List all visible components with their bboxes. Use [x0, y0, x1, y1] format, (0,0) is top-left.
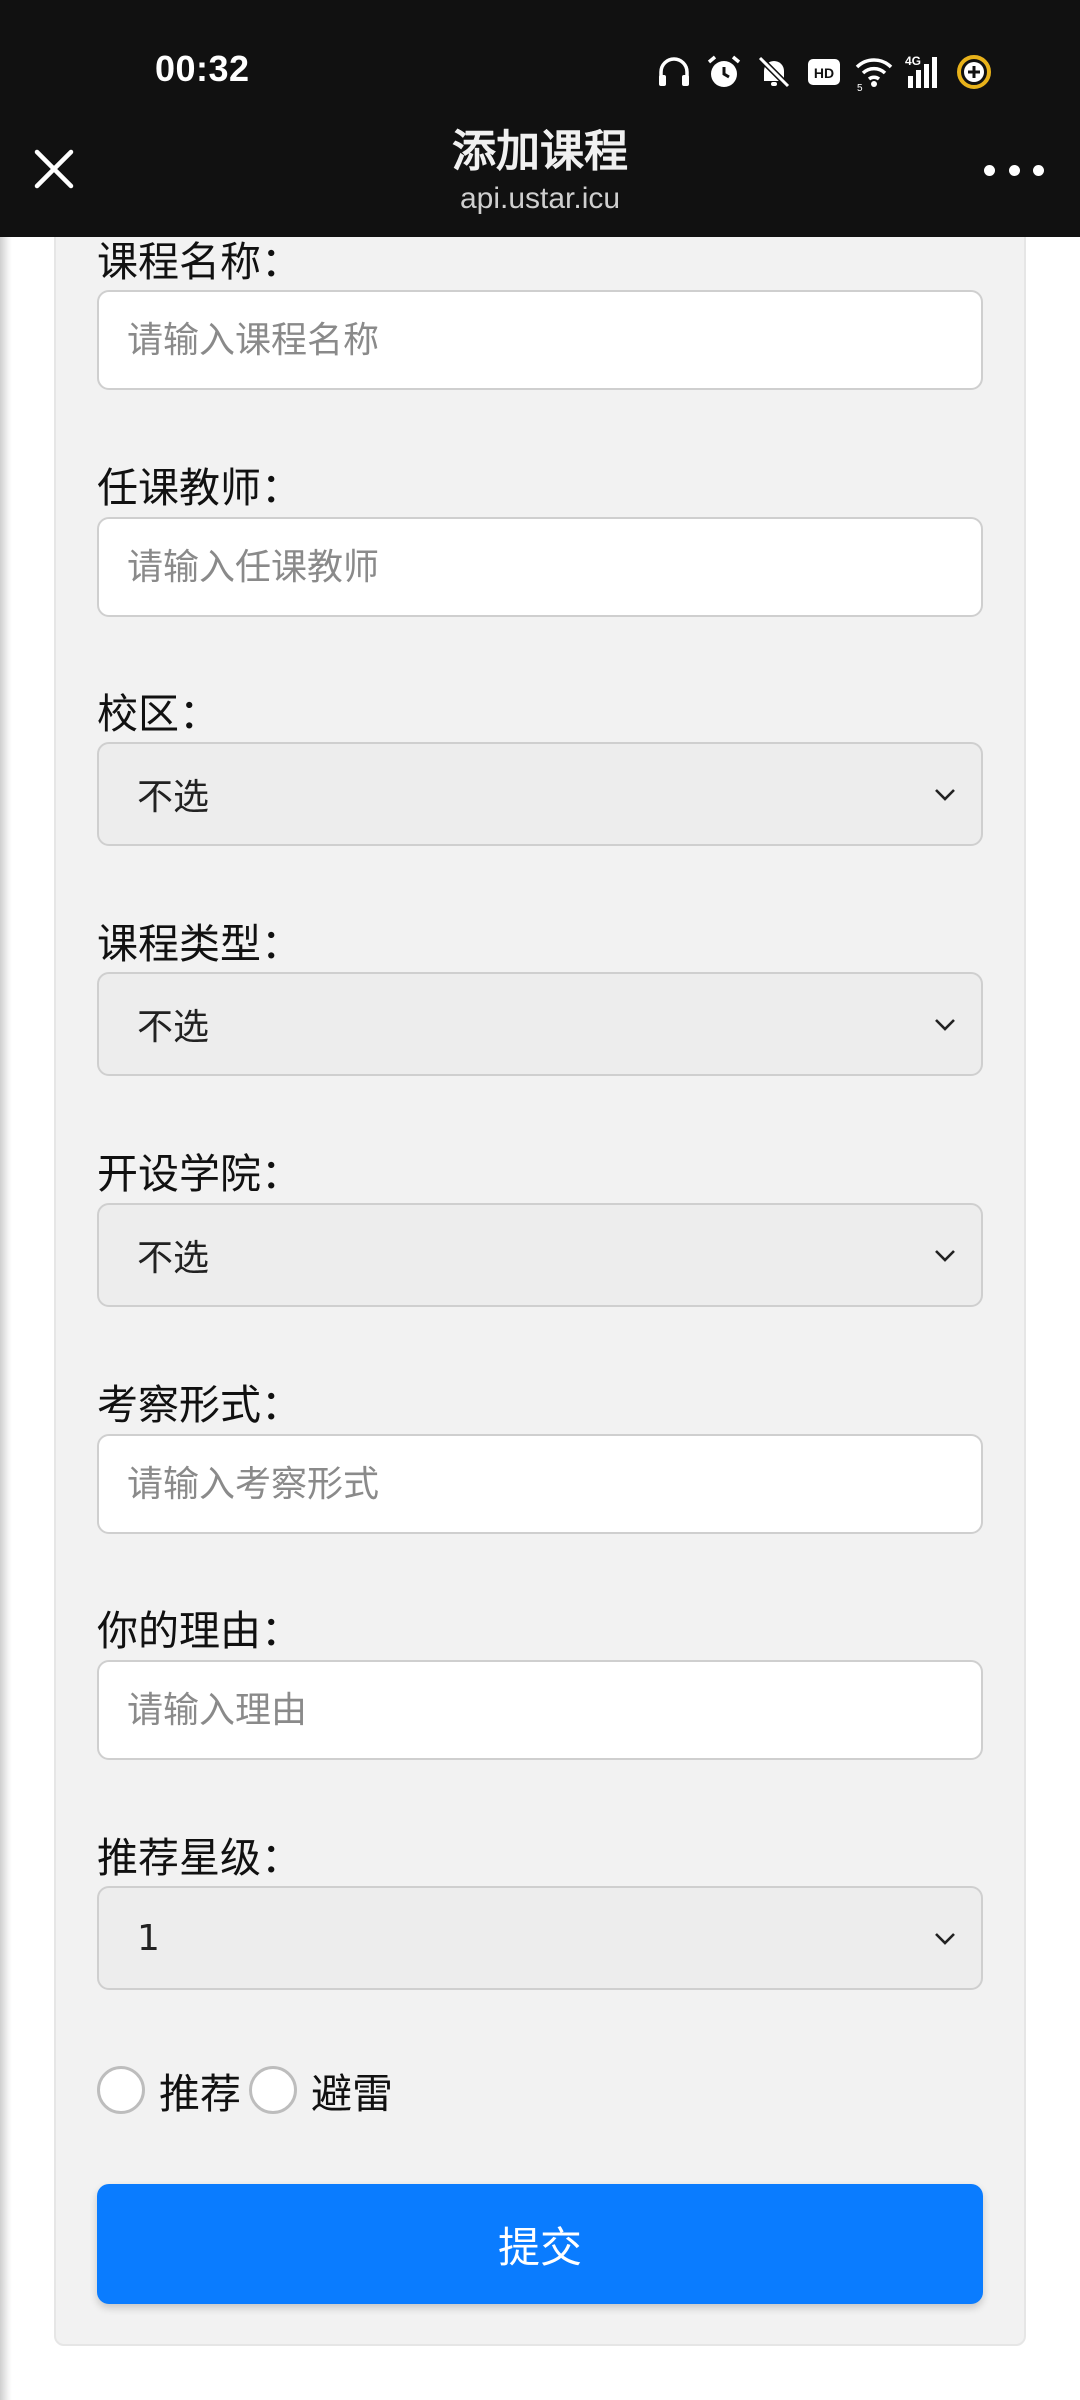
recommend-radio[interactable]: [97, 2066, 145, 2114]
recommend-radio-group: 推荐 避雷: [97, 2060, 401, 2120]
course-type-select[interactable]: 不选: [97, 972, 983, 1076]
page-title: 添加课程: [452, 126, 628, 177]
submit-button-label: 提交: [497, 2222, 582, 2272]
more-dot-icon: [1033, 164, 1044, 176]
wifi-badge: 5: [857, 83, 863, 92]
more-dot-icon: [984, 164, 995, 176]
exam-form-input[interactable]: [97, 1434, 983, 1534]
headphones-icon: [654, 52, 694, 92]
status-icons: HD 5 4G: [654, 50, 994, 94]
alarm-icon: [704, 52, 744, 92]
more-options-button[interactable]: [984, 150, 1044, 190]
submit-button[interactable]: 提交: [97, 2184, 983, 2304]
chevron-down-icon: [935, 1250, 955, 1262]
chevron-down-icon: [935, 789, 955, 801]
signal-4g-icon: 4G: [904, 52, 944, 92]
more-dot-icon: [1008, 164, 1020, 176]
campus-select[interactable]: 不选: [97, 742, 983, 846]
exam-form-label: 考察形式：: [97, 1381, 302, 1429]
avoid-radio[interactable]: [249, 2066, 297, 2114]
college-label: 开设学院：: [97, 1150, 302, 1198]
wifi-icon: 5: [854, 52, 894, 92]
network-label: 4G: [905, 54, 921, 68]
course-name-input[interactable]: [97, 290, 983, 390]
hd-icon: HD: [804, 52, 844, 92]
course-name-label: 课程名称：: [97, 238, 302, 286]
reason-label: 你的理由：: [97, 1607, 302, 1655]
teacher-label: 任课教师：: [97, 464, 302, 512]
rating-select-value: 1: [137, 1917, 160, 1959]
chevron-down-icon: [935, 1933, 955, 1945]
college-select-value: 不选: [137, 1238, 210, 1279]
teacher-input[interactable]: [97, 517, 983, 617]
rating-label: 推荐星级：: [97, 1834, 302, 1882]
title-block: 添加课程 api.ustar.icu: [0, 124, 1080, 216]
page-edge-shadow: [0, 237, 12, 2400]
course-type-label: 课程类型：: [97, 920, 302, 968]
campus-label: 校区：: [97, 690, 220, 738]
recommend-radio-label[interactable]: 推荐: [159, 2060, 241, 2120]
reason-input[interactable]: [97, 1660, 983, 1760]
hd-label: HD: [814, 65, 834, 81]
college-select[interactable]: 不选: [97, 1203, 983, 1307]
page-host: api.ustar.icu: [459, 182, 621, 215]
battery-charging-icon: [954, 52, 994, 92]
avoid-radio-label[interactable]: 避雷: [311, 2060, 393, 2120]
status-time: 00:32: [155, 48, 250, 89]
bell-off-icon: [754, 52, 794, 92]
chevron-down-icon: [935, 1019, 955, 1031]
status-bar: 00:32 HD 5 4G: [0, 0, 1080, 140]
campus-select-value: 不选: [137, 777, 210, 818]
rating-select[interactable]: 1: [97, 1886, 983, 1990]
course-type-select-value: 不选: [137, 1007, 210, 1048]
